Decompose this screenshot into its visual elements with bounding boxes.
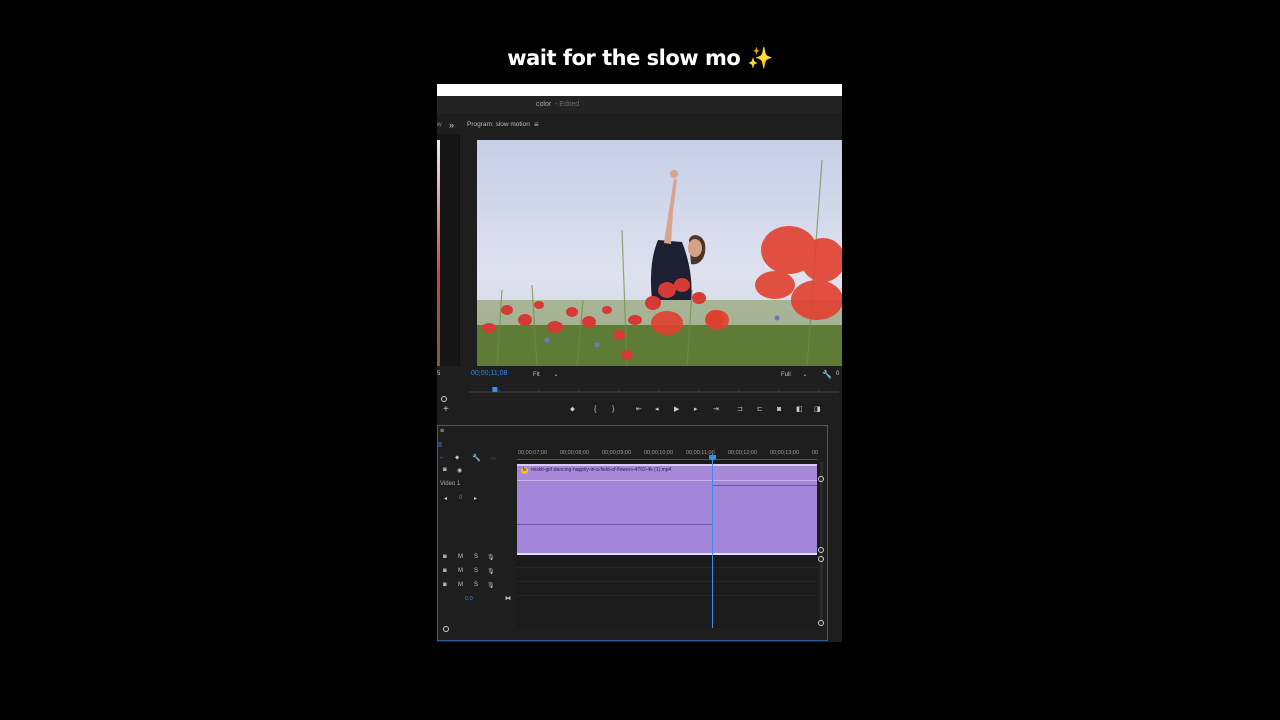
ruler-label: 00;00;08;00	[560, 450, 590, 456]
timeline-playhead-line[interactable]	[712, 454, 713, 628]
microphone-icon[interactable]: 🎙	[487, 554, 495, 561]
monitor-left-fragment: 5	[437, 371, 441, 377]
linked-selection-icon[interactable]: ⬥	[455, 455, 459, 462]
vertical-scrollbar[interactable]	[820, 462, 823, 624]
video-scene	[477, 140, 842, 367]
resolution-dropdown[interactable]: Full ⌄	[781, 371, 807, 378]
mark-out-icon[interactable]: }	[612, 403, 614, 417]
source-tab-fragment[interactable]: w	[437, 116, 442, 134]
speed-line-before	[517, 524, 713, 525]
scroll-handle-end[interactable]	[818, 620, 824, 626]
sparkle-icon: ✨	[747, 46, 773, 70]
zoom-handle[interactable]	[441, 396, 447, 402]
eye-icon[interactable]: ◉	[457, 467, 462, 474]
monitor-right-fragment: 0	[836, 371, 840, 377]
panel-tab-bar: w » Program: slow motion ≡	[437, 116, 842, 134]
mute-button[interactable]: M	[458, 568, 463, 574]
wrench-icon[interactable]: 🔧	[822, 370, 832, 379]
master-volume-value[interactable]: 0.0	[465, 596, 473, 602]
clip-name: mixkit-girl-dancing-happily-in-a-field-o…	[531, 467, 672, 473]
ruler-label: 00;00;09;00	[602, 450, 632, 456]
camera-icon[interactable]: ◙	[777, 403, 781, 417]
ruler-label: 00;00;10;00	[644, 450, 674, 456]
program-video-frame	[477, 140, 842, 367]
previous-keyframe-icon[interactable]: ◂	[444, 495, 447, 502]
video-clip[interactable]	[517, 480, 817, 555]
program-menu-icon[interactable]: ≡	[534, 116, 539, 134]
project-state: - Edited	[555, 101, 580, 108]
ruler-label: 00;00;07;00	[518, 450, 548, 456]
camera-track-icon[interactable]: ◙	[443, 582, 447, 588]
step-forward-icon[interactable]: ▸	[694, 403, 698, 417]
wrench-icon[interactable]: 🔧	[472, 454, 481, 462]
solo-button[interactable]: S	[474, 582, 478, 588]
timeline-left-fragment: 8	[438, 442, 442, 449]
timeline-menu-icon[interactable]: ≡	[440, 428, 444, 435]
scroll-handle-top[interactable]	[818, 476, 824, 482]
audio-track-row[interactable]	[517, 582, 817, 596]
camera-track-icon[interactable]: ◙	[443, 554, 447, 560]
chevron-down-icon: ⌄	[553, 372, 559, 378]
chevron-down-icon: ⌄	[802, 372, 808, 378]
source-thumbnail	[437, 140, 440, 366]
audio-track-row[interactable]	[517, 554, 817, 568]
go-to-in-icon[interactable]: ⇤	[636, 403, 642, 417]
title-bar: color - Edited	[437, 96, 842, 114]
tab-program-monitor[interactable]: Program: slow motion	[467, 116, 530, 134]
mute-button[interactable]: M	[458, 582, 463, 588]
project-name: color	[536, 101, 552, 108]
marker-icon[interactable]: ⬥	[570, 403, 575, 417]
fit-label: Fit	[533, 372, 540, 378]
mark-in-icon[interactable]: {	[594, 403, 596, 417]
timeline-panel: ≡ 8 ⌐ ⬥ 🔧 ▭ 00;00;07;00 00;00;08;00 00;0…	[437, 425, 828, 641]
transport-controls: ⬥ { } ⇤ ◂ ▶ ▸ ⇥ ⊐ ⊏ ◙ ◧ ◨	[570, 403, 825, 417]
play-icon[interactable]: ▶	[674, 403, 679, 417]
program-timecode[interactable]: 00;00;11;08	[471, 370, 507, 377]
ruler-label: 00;00;13;00	[770, 450, 800, 456]
camera-track-icon[interactable]: ◙	[443, 467, 447, 473]
ruler-label: 00	[812, 450, 819, 456]
audio-track-row[interactable]	[517, 568, 817, 582]
track-video-label: Video 1	[440, 481, 461, 487]
video-clip-header[interactable]: fx mixkit-girl-dancing-happily-in-a-fiel…	[517, 464, 817, 480]
audio-track-headers: ◙ M S 🎙 ◙ M S 🎙 ◙ M S 🎙 0.0 ⧓	[438, 554, 517, 602]
top-white-bar	[437, 84, 842, 96]
speed-line-after	[713, 485, 817, 486]
monitor-playhead[interactable]	[492, 387, 498, 392]
solo-button[interactable]: S	[474, 554, 478, 560]
video-caption: wait for the slow mo ✨	[0, 46, 1280, 71]
scroll-handle-bottom[interactable]	[818, 547, 824, 553]
microphone-icon[interactable]: 🎙	[487, 582, 495, 589]
snap-icon[interactable]: ⌐	[440, 455, 444, 461]
video-keyframe-value[interactable]: 0	[459, 495, 462, 501]
go-to-out-icon[interactable]: ⇥	[713, 403, 719, 417]
go-to-end-icon[interactable]: ⧓	[505, 595, 511, 602]
resolution-label: Full	[781, 372, 791, 378]
scroll-handle-audio[interactable]	[818, 556, 824, 562]
step-back-icon[interactable]: ◂	[655, 403, 659, 417]
caption-text: wait for the slow mo	[507, 46, 741, 70]
panel-overflow-icon[interactable]: »	[449, 116, 454, 134]
program-monitor-controls: 5 00;00;11;08 Fit ⌄ Full ⌄ 🔧 0 ⬥ { } ⇤ ◂…	[437, 366, 842, 426]
settings-icon[interactable]: ◨	[814, 403, 821, 417]
camera-track-icon[interactable]: ◙	[443, 568, 447, 574]
premiere-window: color - Edited w » Program: slow motion …	[437, 84, 842, 642]
next-keyframe-icon[interactable]: ▸	[474, 495, 477, 502]
fit-dropdown[interactable]: Fit ⌄	[533, 371, 558, 378]
comparison-view-icon[interactable]: ◧	[796, 403, 803, 417]
horizontal-zoom-handle[interactable]	[443, 626, 449, 632]
ruler-label: 00;00;12;00	[728, 450, 758, 456]
fx-badge: fx	[521, 467, 528, 474]
captions-icon[interactable]: ▭	[490, 455, 496, 462]
lift-icon[interactable]: ⊐	[737, 403, 743, 417]
solo-button[interactable]: S	[474, 568, 478, 574]
monitor-time-ruler[interactable]	[469, 386, 839, 394]
add-button-icon[interactable]: +	[443, 404, 449, 415]
microphone-icon[interactable]: 🎙	[487, 568, 495, 575]
extract-icon[interactable]: ⊏	[757, 403, 763, 417]
mute-button[interactable]: M	[458, 554, 463, 560]
